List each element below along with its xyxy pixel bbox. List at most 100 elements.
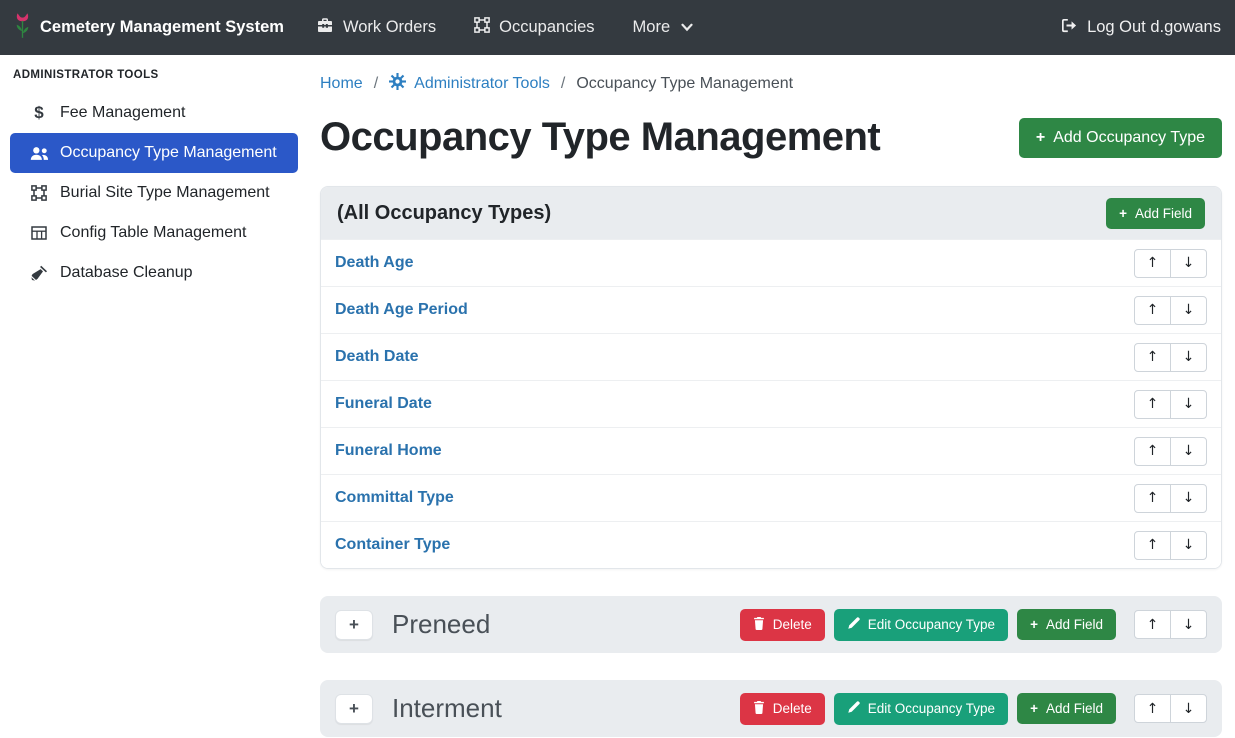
reorder-group: ↑ ↓ <box>1134 694 1207 723</box>
move-up-button[interactable]: ↑ <box>1134 390 1171 419</box>
add-field-label: Add Field <box>1135 206 1192 221</box>
move-up-button[interactable]: ↑ <box>1134 296 1171 325</box>
move-down-button[interactable]: ↓ <box>1170 694 1207 723</box>
sidebar-item-burial-site-type-management[interactable]: Burial Site Type Management <box>10 173 298 213</box>
move-up-button[interactable]: ↑ <box>1134 249 1171 278</box>
move-down-button[interactable]: ↓ <box>1170 390 1207 419</box>
move-down-button[interactable]: ↓ <box>1170 610 1207 639</box>
brand-title: Cemetery Management System <box>40 18 284 37</box>
move-down-button[interactable]: ↓ <box>1170 296 1207 325</box>
toolbox-icon <box>316 17 334 38</box>
reorder-group: ↑ ↓ <box>1134 531 1207 560</box>
frame-icon <box>28 185 50 201</box>
field-link-death-age[interactable]: Death Age <box>335 254 414 272</box>
move-up-button[interactable]: ↑ <box>1134 437 1171 466</box>
field-link-funeral-home[interactable]: Funeral Home <box>335 442 442 460</box>
section-title: Interment <box>392 693 502 724</box>
sidebar-item-label: Occupancy Type Management <box>60 144 277 162</box>
reorder-group: ↑ ↓ <box>1134 296 1207 325</box>
reorder-group: ↑ ↓ <box>1134 343 1207 372</box>
field-row: Death Age ↑ ↓ <box>321 239 1221 286</box>
field-link-committal-type[interactable]: Committal Type <box>335 489 454 507</box>
plus-icon: + <box>1036 129 1045 147</box>
brand[interactable]: Cemetery Management System <box>14 12 284 44</box>
delete-button[interactable]: Delete <box>740 609 825 641</box>
sidebar-item-occupancy-type-management[interactable]: Occupancy Type Management <box>10 133 298 173</box>
move-up-button[interactable]: ↑ <box>1134 343 1171 372</box>
dollar-icon: $ <box>28 103 50 123</box>
move-down-button[interactable]: ↓ <box>1170 531 1207 560</box>
pencil-icon <box>847 701 860 717</box>
gear-icon <box>389 73 406 95</box>
field-link-death-age-period[interactable]: Death Age Period <box>335 301 468 319</box>
field-link-death-date[interactable]: Death Date <box>335 348 419 366</box>
chevron-down-icon <box>681 18 693 37</box>
frame-icon <box>474 17 490 38</box>
expand-button[interactable]: + <box>335 610 373 640</box>
logout-icon <box>1061 18 1078 38</box>
trash-icon <box>753 617 765 633</box>
move-up-button[interactable]: ↑ <box>1134 610 1171 639</box>
breadcrumb-separator: / <box>561 75 565 93</box>
sidebar-item-label: Fee Management <box>60 104 185 122</box>
breadcrumb-admin-tools-link[interactable]: Administrator Tools <box>389 73 550 95</box>
sidebar-item-fee-management[interactable]: $ Fee Management <box>10 93 298 133</box>
reorder-group: ↑ ↓ <box>1134 484 1207 513</box>
nav-work-orders[interactable]: Work Orders <box>316 17 436 38</box>
logout-link[interactable]: Log Out d.gowans <box>1061 18 1221 38</box>
delete-label: Delete <box>773 701 812 716</box>
title-row: Occupancy Type Management + Add Occupanc… <box>320 115 1222 160</box>
sidebar-item-database-cleanup[interactable]: Database Cleanup <box>10 253 298 293</box>
nav-occupancies[interactable]: Occupancies <box>474 17 594 38</box>
page-title: Occupancy Type Management <box>320 115 880 160</box>
main-content: Home / <box>308 55 1235 738</box>
nav-more-label: More <box>633 18 671 37</box>
reorder-group: ↑ ↓ <box>1134 390 1207 419</box>
add-field-button[interactable]: + Add Field <box>1017 693 1116 724</box>
section-actions: Delete Edit Occupancy Type + Add Field ↑… <box>740 693 1207 725</box>
add-occupancy-type-label: Add Occupancy Type <box>1053 129 1205 147</box>
field-row: Container Type ↑ ↓ <box>321 521 1221 568</box>
card-title: (All Occupancy Types) <box>337 202 551 225</box>
field-row: Death Age Period ↑ ↓ <box>321 286 1221 333</box>
delete-button[interactable]: Delete <box>740 693 825 725</box>
reorder-group: ↑ ↓ <box>1134 249 1207 278</box>
breadcrumb-current: Occupancy Type Management <box>576 75 793 93</box>
main-nav: Work Orders Occupancies More <box>316 17 693 38</box>
nav-work-orders-label: Work Orders <box>343 18 436 37</box>
nav-occupancies-label: Occupancies <box>499 18 594 37</box>
move-up-button[interactable]: ↑ <box>1134 531 1171 560</box>
card-header: (All Occupancy Types) + Add Field <box>321 187 1221 239</box>
add-occupancy-type-button[interactable]: + Add Occupancy Type <box>1019 118 1222 158</box>
add-field-button[interactable]: + Add Field <box>1017 609 1116 640</box>
users-icon <box>28 146 50 161</box>
top-navbar: Cemetery Management System Work Orders <box>0 0 1235 55</box>
logout-label: Log Out d.gowans <box>1087 18 1221 37</box>
breadcrumb-home-link[interactable]: Home <box>320 75 363 93</box>
plus-icon: + <box>1030 617 1038 632</box>
table-icon <box>28 225 50 241</box>
add-field-label: Add Field <box>1046 617 1103 632</box>
trash-icon <box>753 701 765 717</box>
sidebar-item-label: Database Cleanup <box>60 264 193 282</box>
add-field-button[interactable]: + Add Field <box>1106 198 1205 229</box>
section-actions: Delete Edit Occupancy Type + Add Field ↑… <box>740 609 1207 641</box>
breadcrumb: Home / <box>320 73 1222 95</box>
edit-occupancy-type-button[interactable]: Edit Occupancy Type <box>834 693 1008 725</box>
field-link-funeral-date[interactable]: Funeral Date <box>335 395 432 413</box>
move-up-button[interactable]: ↑ <box>1134 694 1171 723</box>
move-down-button[interactable]: ↓ <box>1170 437 1207 466</box>
reorder-group: ↑ ↓ <box>1134 437 1207 466</box>
nav-more[interactable]: More <box>633 18 694 37</box>
move-down-button[interactable]: ↓ <box>1170 484 1207 513</box>
field-link-container-type[interactable]: Container Type <box>335 536 450 554</box>
move-up-button[interactable]: ↑ <box>1134 484 1171 513</box>
sidebar-item-config-table-management[interactable]: Config Table Management <box>10 213 298 253</box>
delete-label: Delete <box>773 617 812 632</box>
move-down-button[interactable]: ↓ <box>1170 343 1207 372</box>
edit-occupancy-type-button[interactable]: Edit Occupancy Type <box>834 609 1008 641</box>
move-down-button[interactable]: ↓ <box>1170 249 1207 278</box>
breadcrumb-admin-tools-label: Administrator Tools <box>414 75 550 93</box>
expand-button[interactable]: + <box>335 694 373 724</box>
section-interment: + Interment Delete Edit Occupancy Type + <box>320 680 1222 737</box>
